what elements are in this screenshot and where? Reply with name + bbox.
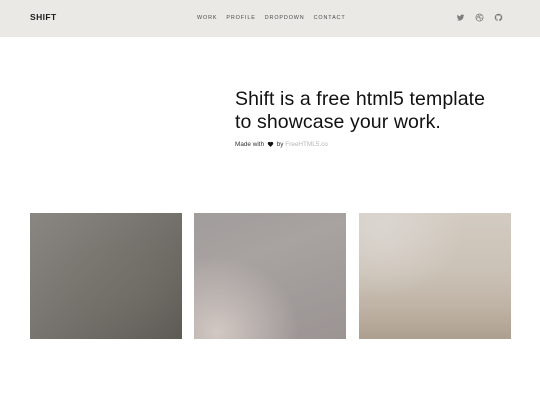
hero-headline: Shift is a free html5 template to showca… bbox=[235, 88, 535, 134]
credit-prefix: Made with bbox=[235, 141, 265, 148]
github-icon bbox=[494, 13, 503, 22]
twitter-link[interactable] bbox=[456, 13, 465, 22]
dribbble-link[interactable] bbox=[475, 13, 484, 22]
twitter-icon bbox=[456, 14, 465, 21]
page: SHIFT WORK PROFILE DROPDOWN CONTACT Shif… bbox=[0, 0, 540, 405]
work-thumbnail-2[interactable] bbox=[194, 213, 346, 339]
credit-by: by bbox=[276, 141, 284, 148]
hero-section: Shift is a free html5 template to showca… bbox=[235, 88, 535, 149]
nav-item-dropdown[interactable]: DROPDOWN bbox=[265, 14, 305, 22]
credit-line: Made with by FreeHTML5.co bbox=[235, 140, 535, 149]
heart-icon bbox=[267, 141, 274, 147]
credit-link-freehtml5[interactable]: FreeHTML5.co bbox=[285, 141, 328, 148]
nav-item-contact[interactable]: CONTACT bbox=[314, 14, 346, 22]
nav-item-work[interactable]: WORK bbox=[197, 14, 217, 22]
hero-headline-line-1: Shift is a free html5 template bbox=[235, 88, 486, 110]
work-thumbnail-1[interactable] bbox=[30, 213, 182, 339]
dribbble-icon bbox=[475, 13, 484, 22]
nav-item-profile[interactable]: PROFILE bbox=[226, 14, 255, 22]
brand-logo[interactable]: SHIFT bbox=[30, 12, 57, 22]
top-navbar: SHIFT WORK PROFILE DROPDOWN CONTACT bbox=[0, 0, 540, 37]
main-nav: WORK PROFILE DROPDOWN CONTACT bbox=[197, 14, 355, 22]
work-thumbnail-3[interactable] bbox=[359, 213, 511, 339]
hero-headline-line-2: to showcase your work. bbox=[235, 111, 441, 133]
social-links bbox=[456, 13, 503, 22]
work-gallery bbox=[30, 213, 511, 339]
github-link[interactable] bbox=[494, 13, 503, 22]
